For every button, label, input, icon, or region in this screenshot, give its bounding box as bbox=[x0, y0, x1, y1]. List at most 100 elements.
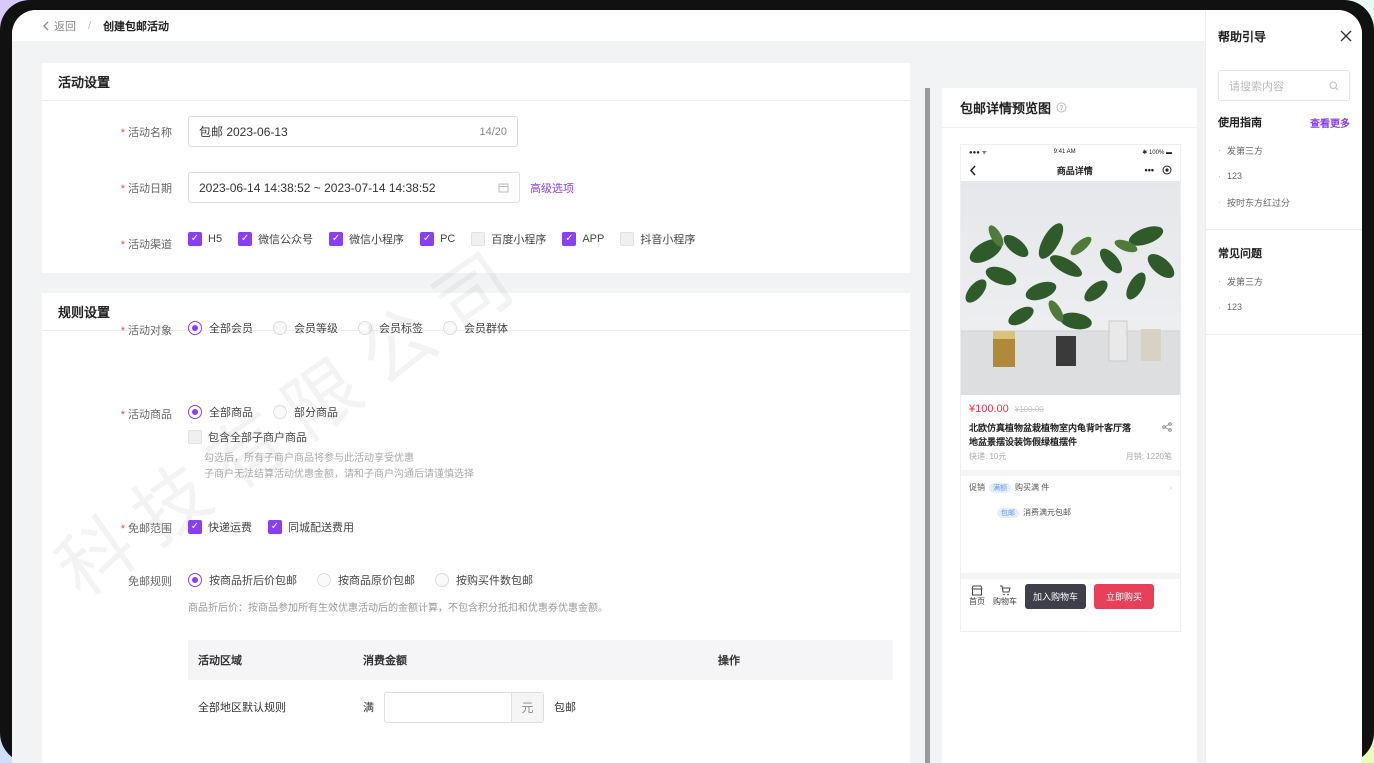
amount-prefix: 满 bbox=[363, 702, 374, 714]
section-title: 活动设置 bbox=[42, 63, 910, 101]
preview-title: 包邮详情预览图 ? bbox=[942, 88, 1197, 128]
buy-now-button[interactable]: 立即购买 bbox=[1094, 583, 1155, 609]
breadcrumb: 返回 / 创建包邮活动 bbox=[12, 10, 1205, 41]
date-range-input[interactable]: 2023-06-14 14:38:52 ~ 2023-07-14 14:38:5… bbox=[188, 172, 520, 203]
help-panel: 帮助引导 请搜索内容 使用指南查看更多 发第三方123按时东方红过分 常见问题 … bbox=[1205, 10, 1362, 763]
channel-checkbox[interactable]: ✓ 微信公众号 bbox=[238, 231, 313, 247]
calendar-icon bbox=[498, 183, 509, 193]
help-link[interactable]: 123 bbox=[1218, 294, 1350, 320]
checkbox-box bbox=[188, 430, 202, 444]
checkbox-box: ✓ bbox=[329, 232, 344, 246]
rule-settings-card: 规则设置 * 活动对象 全部会员 会员等级 会员标签 会员群体 * 活动商品 全部商品 部分… bbox=[42, 293, 910, 763]
channel-checkbox[interactable]: ✓ PC bbox=[420, 232, 455, 246]
channel-checkbox[interactable]: ✓ H5 bbox=[188, 232, 222, 246]
share-icon[interactable] bbox=[1162, 422, 1172, 432]
target-radio[interactable]: 会员群体 bbox=[443, 320, 508, 336]
help-header: 帮助引导 bbox=[1206, 10, 1362, 62]
phone-status-bar: ●●● ᯤ 9:41 AM ✱ 100% ▬ bbox=[969, 149, 1172, 156]
goods-hint: 子商户无法结算活动优惠金额，请和子商户沟通后请谨慎选择 bbox=[204, 469, 474, 480]
chevron-left-icon bbox=[43, 21, 49, 30]
field-label: * 活动商品 bbox=[120, 409, 172, 421]
field-label: * 活动日期 bbox=[120, 183, 172, 195]
help-link[interactable]: 发第三方 bbox=[1218, 268, 1350, 294]
region-cell: 全部地区默认规则 bbox=[198, 702, 286, 714]
field-label: * 活动对象 bbox=[120, 325, 172, 337]
goods-hint: 勾选后，所有子商户商品将参与此活动享受优惠 bbox=[204, 453, 414, 464]
goods-radio-group: 全部商品 部分商品 bbox=[188, 404, 358, 420]
promotion-section: 促销 满额 购买满 件 › 包邮 消费满元包邮 bbox=[961, 470, 1180, 524]
target-radio[interactable]: 会员等级 bbox=[273, 320, 338, 336]
radio-dot bbox=[188, 405, 202, 419]
promo-tag: 包邮 bbox=[997, 508, 1019, 518]
target-icon bbox=[1162, 165, 1172, 175]
phone-nav-bar: 商品详情 ••• bbox=[961, 159, 1180, 181]
store-icon bbox=[971, 585, 983, 596]
chevron-right-icon: › bbox=[1169, 483, 1172, 492]
channel-checkbox[interactable]: ✓ 微信小程序 bbox=[329, 231, 404, 247]
field-label: * 活动渠道 bbox=[120, 239, 172, 251]
scope-checkbox[interactable]: ✓ 同城配送费用 bbox=[268, 519, 354, 535]
region-rule-table: 活动区域 消费金额 操作 全部地区默认规则 满 元 包邮 bbox=[188, 640, 893, 734]
help-circle-icon[interactable]: ? bbox=[1056, 102, 1067, 113]
channel-checkbox[interactable]: 抖音小程序 bbox=[620, 231, 695, 247]
include-sub-merchant-checkbox[interactable]: 包含全部子商户商品 bbox=[188, 429, 307, 445]
rule-radio[interactable]: 按商品折后价包邮 bbox=[188, 572, 297, 588]
product-info: ¥100.00 ¥100.00 北欧仿真植物盆栽植物室内龟背叶客厅落地盆景摆设装饰… bbox=[961, 395, 1180, 462]
close-icon[interactable] bbox=[1340, 30, 1352, 42]
target-radio[interactable]: 全部会员 bbox=[188, 320, 253, 336]
advanced-options-link[interactable]: 高级选项 bbox=[530, 180, 574, 196]
page-title: 创建包邮活动 bbox=[103, 20, 170, 33]
channel-row: * 活动渠道 ✓ H5 ✓ 微信公众号 ✓ 微信小程序 ✓ PC 百度小程序 ✓ APP 抖音小程序 bbox=[42, 222, 910, 272]
radio-dot bbox=[435, 573, 449, 587]
activity-name-input[interactable]: 包邮 2023-06-13 14/20 bbox=[188, 116, 518, 147]
guide-section: 使用指南查看更多 发第三方123按时东方红过分 bbox=[1206, 107, 1362, 230]
help-link[interactable]: 按时东方红过分 bbox=[1218, 189, 1350, 215]
char-count: 14/20 bbox=[479, 125, 507, 138]
amount-input[interactable]: 元 bbox=[384, 691, 544, 723]
breadcrumb-separator: / bbox=[88, 19, 92, 32]
radio-dot bbox=[443, 321, 457, 335]
field-label: 免邮规则 bbox=[128, 576, 172, 588]
add-to-cart-button[interactable]: 加入购物车 bbox=[1025, 583, 1087, 609]
product-image bbox=[961, 181, 1180, 395]
help-search-input[interactable]: 请搜索内容 bbox=[1218, 70, 1350, 101]
target-radio[interactable]: 会员标签 bbox=[358, 320, 423, 336]
rule-radio[interactable]: 按商品原价包邮 bbox=[317, 572, 415, 588]
home-tab[interactable]: 首页 bbox=[969, 585, 985, 607]
app-screen: 返回 / 创建包邮活动 活动设置 * 活动名称 包邮 2023-06-13 14/… bbox=[12, 10, 1362, 763]
svg-text:?: ? bbox=[1059, 105, 1063, 112]
channel-checkbox[interactable]: 百度小程序 bbox=[471, 231, 546, 247]
table-header: 活动区域 消费金额 操作 bbox=[188, 640, 893, 680]
checkbox-box: ✓ bbox=[268, 520, 282, 534]
product-name: 北欧仿真植物盆栽植物室内龟背叶客厅落地盆景摆设装饰假绿植摆件 bbox=[969, 423, 1132, 447]
rule-hint: 商品折后价：按商品参加所有生效优惠活动后的金额计算，不包含积分抵扣和优惠券优惠金… bbox=[188, 603, 608, 614]
rule-radio-group: 按商品折后价包邮 按商品原价包邮 按购买件数包邮 bbox=[188, 572, 553, 588]
checkbox-box bbox=[620, 232, 635, 246]
field-label: * 活动名称 bbox=[120, 127, 172, 139]
channel-checkbox[interactable]: ✓ APP bbox=[562, 232, 604, 246]
help-link[interactable]: 发第三方 bbox=[1218, 137, 1350, 163]
view-more-link[interactable]: 查看更多 bbox=[1310, 115, 1350, 130]
column-header: 操作 bbox=[718, 655, 740, 667]
promo-tag: 满额 bbox=[989, 483, 1011, 493]
panel-divider[interactable] bbox=[925, 88, 930, 763]
radio-dot bbox=[188, 573, 202, 587]
date-row: * 活动日期 2023-06-14 14:38:52 ~ 2023-07-14 1… bbox=[42, 166, 910, 216]
radio-dot bbox=[273, 321, 287, 335]
goods-radio[interactable]: 部分商品 bbox=[273, 404, 338, 420]
rule-radio[interactable]: 按购买件数包邮 bbox=[435, 572, 533, 588]
checkbox-box: ✓ bbox=[420, 232, 435, 246]
name-row: * 活动名称 包邮 2023-06-13 14/20 bbox=[42, 110, 910, 160]
checkbox-box: ✓ bbox=[188, 520, 202, 534]
goods-radio[interactable]: 全部商品 bbox=[188, 404, 253, 420]
column-header: 活动区域 bbox=[198, 655, 242, 667]
preview-panel: 包邮详情预览图 ? ●●● ᯤ 9:41 AM ✱ 100% ▬ 商品详情 ••• bbox=[942, 88, 1197, 763]
radio-dot bbox=[358, 321, 372, 335]
back-link[interactable]: 返回 bbox=[42, 18, 76, 34]
scope-checkbox[interactable]: ✓ 快递运费 bbox=[188, 519, 252, 535]
help-link[interactable]: 123 bbox=[1218, 163, 1350, 189]
cart-tab[interactable]: 购物车 bbox=[993, 585, 1017, 607]
phone-preview: ●●● ᯤ 9:41 AM ✱ 100% ▬ 商品详情 ••• ¥100.00 … bbox=[960, 144, 1181, 632]
channel-checkbox-group: ✓ H5 ✓ 微信公众号 ✓ 微信小程序 ✓ PC 百度小程序 ✓ APP 抖音小程序 bbox=[188, 231, 711, 247]
phone-action-bar: 首页 购物车 加入购物车 立即购买 bbox=[961, 573, 1180, 613]
